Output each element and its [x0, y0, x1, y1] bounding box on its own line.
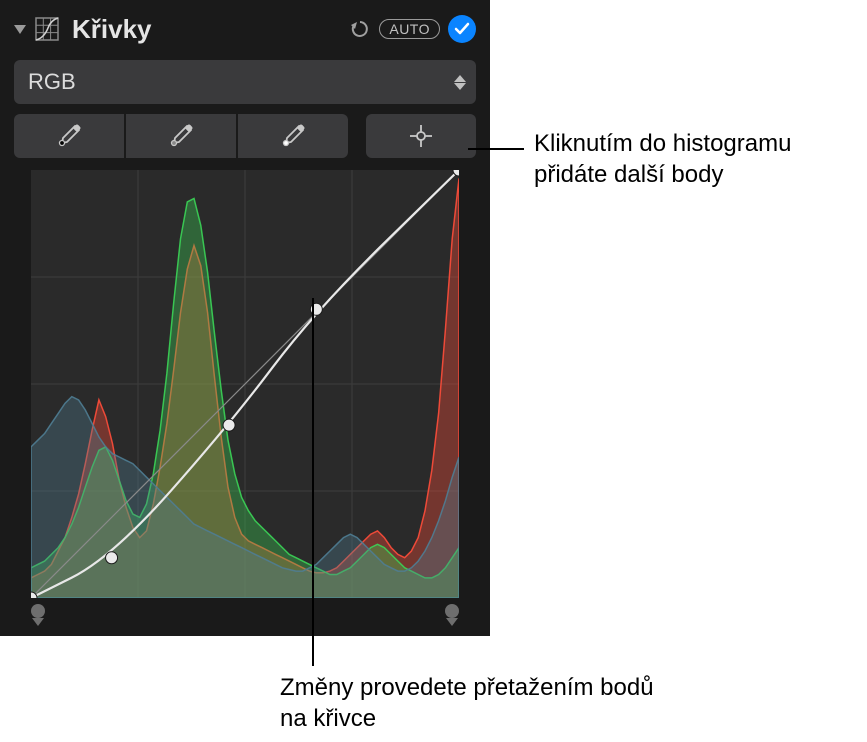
- channel-select[interactable]: RGB: [14, 60, 476, 104]
- eyedropper-white-icon: [279, 122, 307, 150]
- curves-icon: [34, 16, 60, 42]
- enabled-checkmark[interactable]: [448, 15, 476, 43]
- select-stepper-icon: [454, 75, 466, 90]
- eyedropper-white-button[interactable]: [238, 114, 348, 158]
- checkmark-icon: [454, 21, 470, 37]
- panel-title: Křivky: [72, 14, 341, 45]
- curves-panel: Křivky AUTO RGB: [0, 0, 490, 636]
- eyedropper-toolbar: [14, 114, 476, 158]
- eyedropper-gray-icon: [167, 122, 195, 150]
- curve-point[interactable]: [223, 419, 235, 431]
- disclosure-triangle[interactable]: [14, 25, 26, 34]
- curves-histogram[interactable]: [31, 170, 459, 598]
- callout-line: [468, 148, 524, 150]
- auto-button[interactable]: AUTO: [379, 19, 440, 39]
- eyedropper-black-button[interactable]: [14, 114, 124, 158]
- eyedropper-gray-button[interactable]: [126, 114, 236, 158]
- add-point-button[interactable]: [366, 114, 476, 158]
- range-handles: [31, 604, 459, 618]
- channel-select-value: RGB: [28, 69, 76, 95]
- eyedropper-black-icon: [55, 122, 83, 150]
- add-point-icon: [407, 122, 435, 150]
- black-point-handle[interactable]: [31, 604, 45, 618]
- reset-icon[interactable]: [349, 18, 371, 40]
- callout-line: [312, 298, 314, 666]
- white-point-handle[interactable]: [445, 604, 459, 618]
- curve-point[interactable]: [106, 552, 118, 564]
- panel-header: Křivky AUTO: [14, 8, 476, 50]
- callout-add-points: Kliknutím do histogramu přidáte další bo…: [534, 128, 864, 190]
- callout-drag-points: Změny provedete přetažením bodů na křivc…: [280, 672, 680, 734]
